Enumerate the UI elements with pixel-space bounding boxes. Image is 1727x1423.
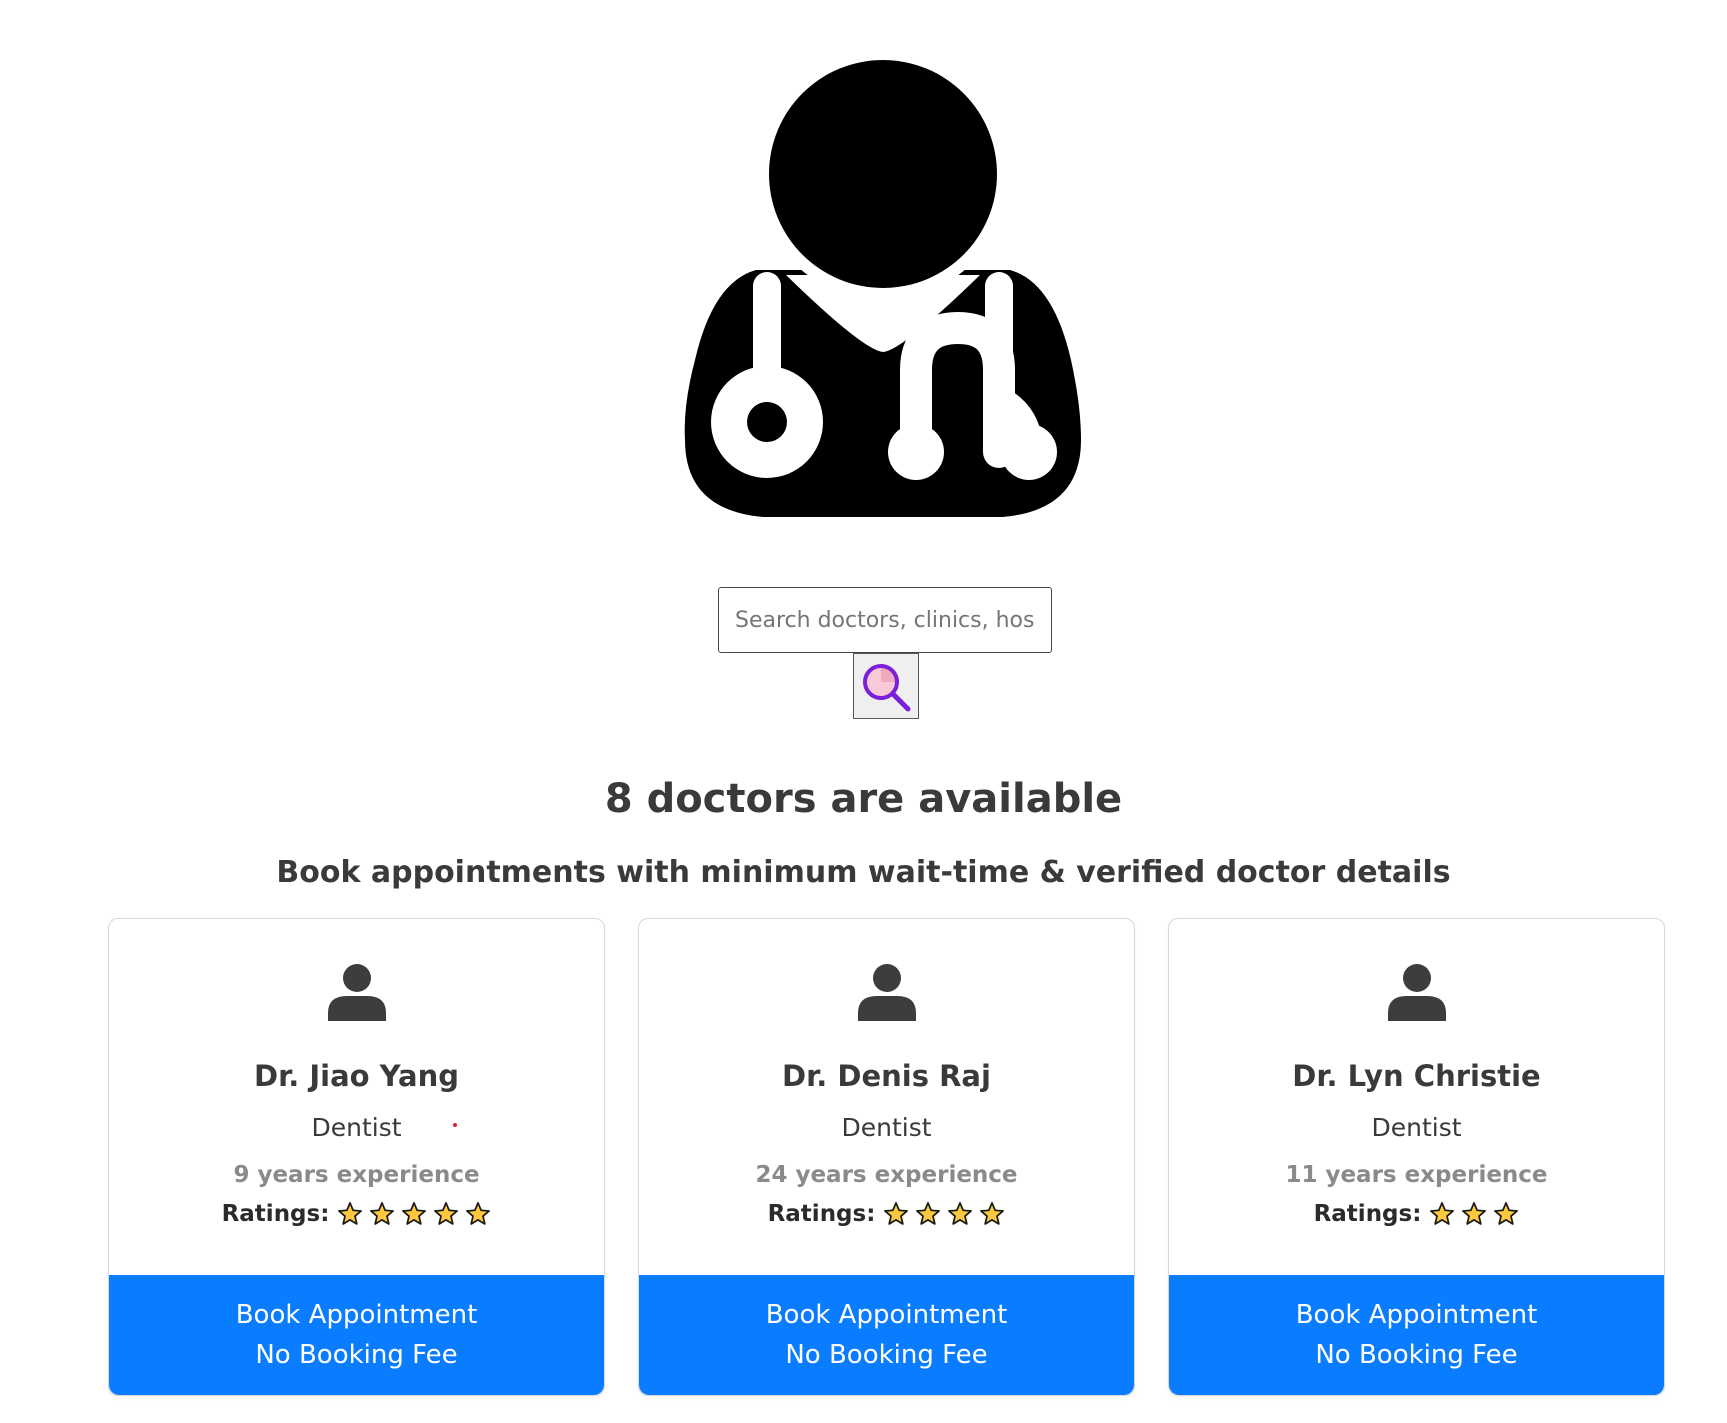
magnifier-icon [863, 664, 911, 712]
doctor-card: Dr. Denis Raj Dentist 24 years experienc… [638, 918, 1135, 1396]
doctor-card: Dr. Jiao Yang Dentist 9 years experience… [108, 918, 605, 1396]
doctor-experience: 11 years experience [1285, 1162, 1548, 1188]
subtitle-heading: Book appointments with minimum wait-time… [276, 855, 1451, 890]
book-appointment-button[interactable]: Book Appointment No Booking Fee [1169, 1275, 1664, 1395]
ratings-label: Ratings: [221, 1201, 330, 1227]
page: 8 doctors are available Book appointment… [0, 0, 1727, 1423]
star-icon [1494, 1202, 1519, 1225]
star-rating [883, 1201, 1005, 1227]
search-button[interactable] [853, 653, 919, 719]
booking-fee-label: No Booking Fee [255, 1340, 458, 1370]
doctor-name: Dr. Jiao Yang [254, 1059, 459, 1093]
book-appointment-button[interactable]: Book Appointment No Booking Fee [109, 1275, 604, 1395]
book-appointment-label: Book Appointment [235, 1300, 478, 1330]
star-icon [402, 1202, 427, 1225]
booking-fee-label: No Booking Fee [1315, 1340, 1518, 1370]
doctor-ratings: Ratings: [639, 1201, 1134, 1227]
doctor-specialty: Dentist [841, 1113, 932, 1142]
doctor-specialty: Dentist [311, 1113, 402, 1142]
search-input[interactable] [718, 587, 1052, 653]
doctor-ratings: Ratings: [1169, 1201, 1664, 1227]
doctor-name: Dr. Denis Raj [782, 1059, 991, 1093]
book-appointment-label: Book Appointment [765, 1300, 1008, 1330]
star-icon [1462, 1202, 1487, 1225]
booking-fee-label: No Booking Fee [785, 1340, 988, 1370]
doctor-experience: 9 years experience [233, 1162, 480, 1188]
doctor-name: Dr. Lyn Christie [1292, 1059, 1541, 1093]
star-icon [434, 1202, 459, 1225]
doctor-card: Dr. Lyn Christie Dentist 11 years experi… [1168, 918, 1665, 1396]
user-avatar-icon [857, 964, 916, 1021]
star-icon [884, 1202, 909, 1225]
star-icon [948, 1202, 973, 1225]
doctor-specialty: Dentist [1371, 1113, 1462, 1142]
doctor-experience: 24 years experience [755, 1162, 1018, 1188]
star-rating [1429, 1201, 1519, 1227]
ratings-label: Ratings: [767, 1201, 876, 1227]
star-icon [338, 1202, 363, 1225]
star-icon [370, 1202, 395, 1225]
ratings-label: Ratings: [1313, 1201, 1422, 1227]
book-appointment-label: Book Appointment [1295, 1300, 1538, 1330]
star-icon [1430, 1202, 1455, 1225]
doctor-ratings: Ratings: [109, 1201, 604, 1227]
doctor-count-heading: 8 doctors are available [604, 776, 1123, 822]
book-appointment-button[interactable]: Book Appointment No Booking Fee [639, 1275, 1134, 1395]
user-avatar-icon [1387, 964, 1446, 1021]
star-rating [337, 1201, 491, 1227]
decorative-dot [453, 1123, 457, 1127]
star-icon [916, 1202, 941, 1225]
star-icon [466, 1202, 491, 1225]
star-icon [980, 1202, 1005, 1225]
user-avatar-icon [327, 964, 386, 1021]
doctor-stethoscope-icon [684, 60, 1081, 517]
